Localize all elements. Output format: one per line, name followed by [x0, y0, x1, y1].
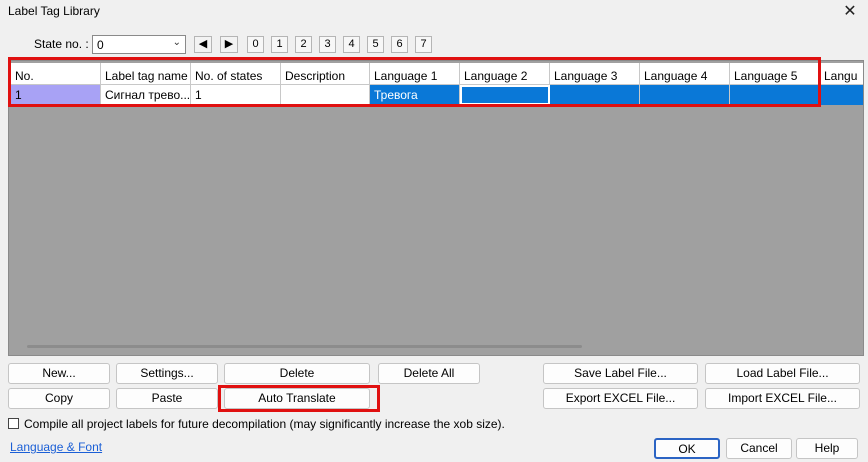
new-button[interactable]: New... [8, 363, 110, 384]
state-6-button[interactable]: 6 [391, 36, 408, 53]
paste-button[interactable]: Paste [116, 388, 218, 409]
close-icon[interactable]: ✕ [832, 0, 868, 24]
title-bar: Label Tag Library ✕ [0, 0, 868, 24]
column-header-description[interactable]: Description [281, 63, 370, 85]
cell-label-tag-name[interactable]: Сигнал трево... [101, 85, 191, 105]
state-0-button[interactable]: 0 [247, 36, 264, 53]
save-label-file-button[interactable]: Save Label File... [543, 363, 698, 384]
cell-description[interactable] [281, 85, 370, 105]
window-title: Label Tag Library [8, 4, 100, 18]
delete-all-button[interactable]: Delete All [378, 363, 480, 384]
cell-no-of-states[interactable]: 1 [191, 85, 281, 105]
cell-language-2[interactable] [460, 85, 550, 105]
settings-button[interactable]: Settings... [116, 363, 218, 384]
cancel-button[interactable]: Cancel [726, 438, 792, 459]
column-header-language-1[interactable]: Language 1 [370, 63, 460, 85]
language-font-link[interactable]: Language & Font [10, 440, 102, 454]
label-tag-table[interactable]: No. Label tag name No. of states Descrip… [8, 60, 864, 356]
state-number-select[interactable]: 0 ⌄ [92, 35, 186, 54]
cell-language-3[interactable] [550, 85, 640, 105]
state-number-value: 0 [97, 38, 104, 52]
column-header-language-2[interactable]: Language 2 [460, 63, 550, 85]
state-3-button[interactable]: 3 [319, 36, 336, 53]
export-excel-button[interactable]: Export EXCEL File... [543, 388, 698, 409]
import-excel-button[interactable]: Import EXCEL File... [705, 388, 860, 409]
state-2-button[interactable]: 2 [295, 36, 312, 53]
column-header-language-3[interactable]: Language 3 [550, 63, 640, 85]
state-4-button[interactable]: 4 [343, 36, 360, 53]
help-button[interactable]: Help [796, 438, 858, 459]
state-number-label: State no. : [34, 37, 89, 51]
copy-button[interactable]: Copy [8, 388, 110, 409]
state-5-button[interactable]: 5 [367, 36, 384, 53]
compile-labels-checkbox[interactable] [8, 418, 19, 429]
column-header-language-4[interactable]: Language 4 [640, 63, 730, 85]
cell-language-4[interactable] [640, 85, 730, 105]
chevron-down-icon: ⌄ [172, 37, 181, 48]
load-label-file-button[interactable]: Load Label File... [705, 363, 860, 384]
state-1-button[interactable]: 1 [271, 36, 288, 53]
column-header-no-of-states[interactable]: No. of states [191, 63, 281, 85]
state-7-button[interactable]: 7 [415, 36, 432, 53]
previous-state-button[interactable]: ◀ [194, 36, 212, 53]
cell-no[interactable]: 1 [11, 85, 101, 105]
cell-language-6[interactable] [820, 85, 863, 105]
column-header-language-5[interactable]: Language 5 [730, 63, 820, 85]
compile-labels-label: Compile all project labels for future de… [24, 417, 505, 431]
column-header-language-6[interactable]: Langu [820, 63, 863, 85]
horizontal-scrollbar[interactable] [27, 345, 582, 348]
next-state-button[interactable]: ▶ [220, 36, 238, 53]
column-header-no[interactable]: No. [11, 63, 101, 85]
delete-button[interactable]: Delete [224, 363, 370, 384]
cell-language-1[interactable]: Тревога [370, 85, 460, 105]
auto-translate-button[interactable]: Auto Translate [224, 388, 370, 409]
ok-button[interactable]: OK [654, 438, 720, 459]
column-header-label-tag-name[interactable]: Label tag name [101, 63, 191, 85]
cell-language-5[interactable] [730, 85, 820, 105]
